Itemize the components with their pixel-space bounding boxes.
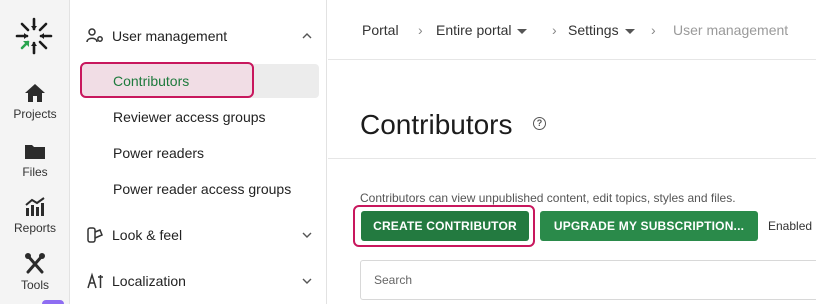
sidebar-item-contributors[interactable]: Contributors	[113, 73, 189, 89]
app-rail: Projects Files Reports Tools	[0, 0, 70, 304]
translate-icon	[87, 272, 103, 289]
breadcrumb-entire-portal[interactable]: Entire portal	[436, 22, 528, 38]
app-logo-icon[interactable]	[14, 16, 54, 56]
section-look-feel[interactable]: Look & feel	[71, 221, 327, 249]
page-title: Contributors	[360, 109, 513, 140]
title-band: Contributors ?	[328, 61, 816, 159]
section-user-management[interactable]: User management	[71, 22, 327, 50]
section-localization[interactable]: Localization	[71, 267, 327, 295]
chart-icon	[25, 197, 45, 216]
upgrade-subscription-button[interactable]: UPGRADE MY SUBSCRIPTION...	[540, 211, 758, 241]
breadcrumb-current: User management	[673, 22, 789, 38]
settings-sidebar: User management Contributors Reviewer ac…	[71, 0, 327, 304]
breadcrumb: Portal › Entire portal › Settings › User…	[328, 0, 816, 60]
rail-badge	[42, 300, 64, 304]
rail-item-tools[interactable]: Tools	[0, 253, 70, 292]
users-icon	[86, 28, 103, 43]
breadcrumb-label: Entire portal	[436, 22, 512, 38]
rail-label: Tools	[20, 278, 49, 292]
caret-down-icon	[517, 28, 528, 34]
home-icon	[25, 84, 45, 102]
sidebar-item-power-reader-access-groups[interactable]: Power reader access groups	[113, 181, 291, 197]
breadcrumb-separator: ›	[651, 22, 656, 38]
section-label: Localization	[112, 273, 186, 289]
rail-item-files[interactable]: Files	[0, 140, 70, 179]
rail-item-projects[interactable]: Projects	[0, 82, 70, 121]
breadcrumb-separator: ›	[552, 22, 557, 38]
rail-label: Files	[22, 165, 48, 179]
breadcrumb-portal[interactable]: Portal	[362, 22, 399, 38]
rail-item-reports[interactable]: Reports	[0, 196, 70, 235]
sidebar-item-power-readers[interactable]: Power readers	[113, 145, 204, 161]
caret-down-icon	[624, 28, 635, 34]
page-description: Contributors can view unpublished conten…	[360, 191, 736, 205]
help-icon[interactable]: ?	[533, 117, 546, 130]
folder-icon	[25, 145, 45, 159]
enabled-label: Enabled	[768, 219, 813, 233]
chevron-down-icon	[302, 232, 312, 238]
breadcrumb-settings[interactable]: Settings	[568, 22, 635, 38]
create-contributor-button[interactable]: CREATE CONTRIBUTOR	[361, 211, 529, 241]
main-content: Contributors ? Contributors can view unp…	[328, 61, 816, 304]
brush-icon	[87, 227, 103, 243]
sidebar-item-reviewer-access-groups[interactable]: Reviewer access groups	[113, 109, 266, 125]
section-label: Look & feel	[112, 227, 183, 243]
chevron-down-icon	[302, 278, 312, 284]
chevron-up-icon	[302, 33, 312, 39]
tools-icon	[25, 253, 45, 274]
breadcrumb-separator: ›	[418, 22, 423, 38]
rail-label: Projects	[13, 107, 57, 121]
section-label: User management	[112, 28, 228, 44]
search-input[interactable]: Search	[360, 260, 816, 300]
breadcrumb-label: Settings	[568, 22, 619, 38]
rail-label: Reports	[13, 221, 57, 235]
